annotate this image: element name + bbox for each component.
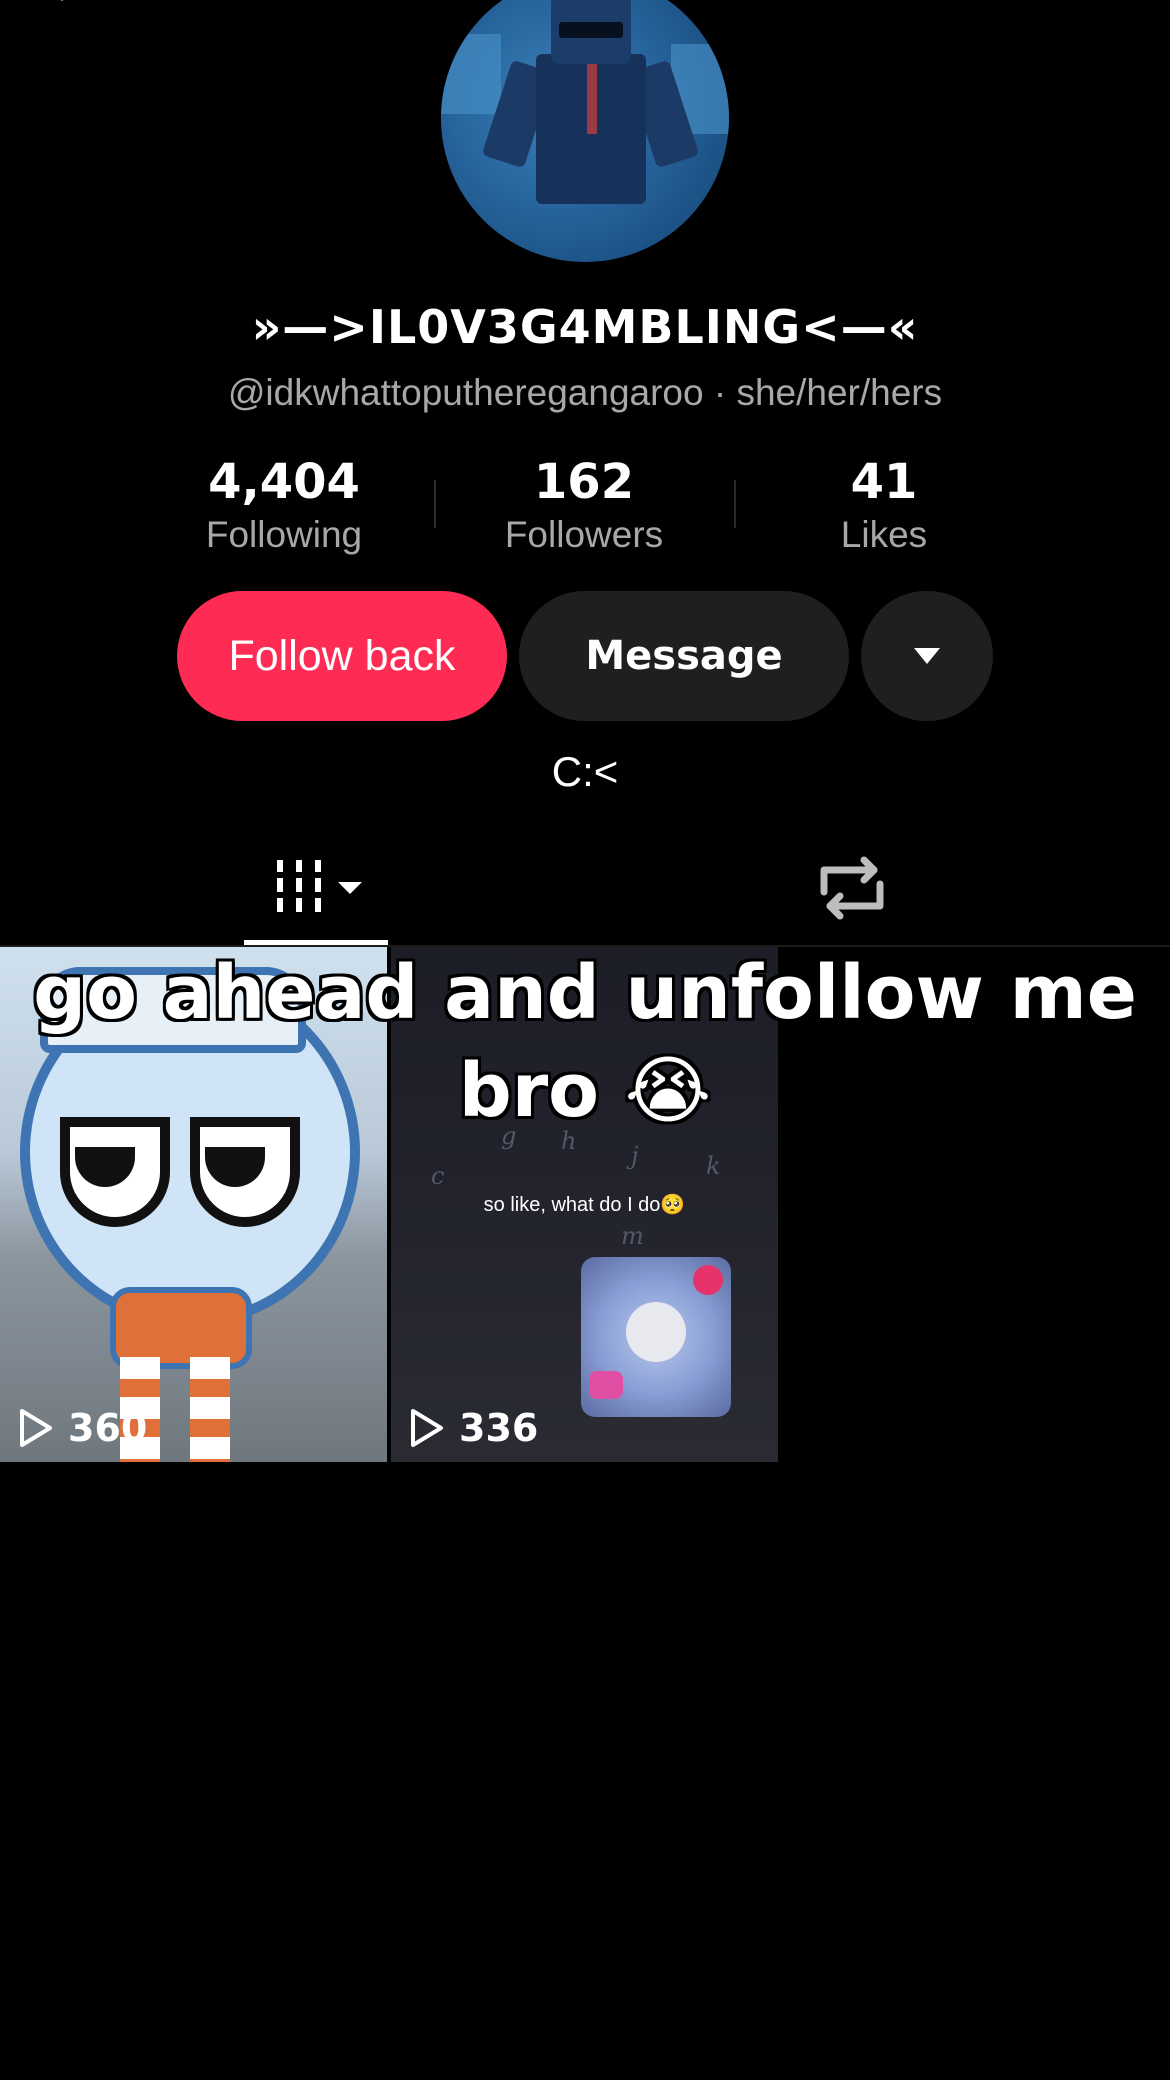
chevron-down-icon — [914, 648, 940, 664]
likes-count: 41 — [850, 454, 918, 510]
view-count: 336 — [409, 1406, 538, 1450]
bio-text: C:< — [551, 748, 619, 795]
followers-count: 162 — [533, 454, 635, 510]
back-icon[interactable] — [40, 0, 80, 10]
video-caption: so like, what do I do🥺 — [483, 1194, 686, 1216]
sticker-image — [581, 1257, 731, 1417]
tab-reposts[interactable] — [812, 852, 892, 924]
more-options-button[interactable] — [861, 591, 993, 721]
likes-label: Likes — [840, 514, 928, 555]
play-icon — [20, 1409, 52, 1447]
share-icon[interactable] — [1052, 0, 1106, 14]
avatar[interactable] — [441, 0, 729, 262]
follow-back-button[interactable]: Follow back — [177, 591, 507, 721]
display-name: »—>IL0V3G4MBLING<—« — [251, 300, 919, 354]
notification-bell-icon[interactable] — [958, 0, 998, 14]
following-label: Following — [205, 514, 363, 555]
message-button[interactable]: Message — [519, 591, 849, 721]
tab-videos[interactable] — [244, 846, 388, 946]
play-icon — [411, 1409, 443, 1447]
followers-label: Followers — [504, 514, 664, 555]
view-count: 360 — [18, 1406, 147, 1450]
following-count: 4,404 — [208, 454, 360, 510]
stat-following[interactable]: 4,404 Following — [134, 452, 434, 558]
stat-followers[interactable]: 162 Followers — [434, 452, 734, 558]
overlay-caption: go ahead and unfollow me bro 😭 — [33, 950, 1137, 1134]
grid-icon — [277, 860, 362, 912]
view-count-value: 336 — [459, 1406, 539, 1450]
repost-icon — [820, 856, 884, 920]
username-pronouns: @idkwhattoputheregangaroo · she/her/hers — [227, 372, 943, 413]
stat-likes[interactable]: 41 Likes — [734, 452, 1034, 558]
view-count-value: 360 — [68, 1406, 148, 1450]
